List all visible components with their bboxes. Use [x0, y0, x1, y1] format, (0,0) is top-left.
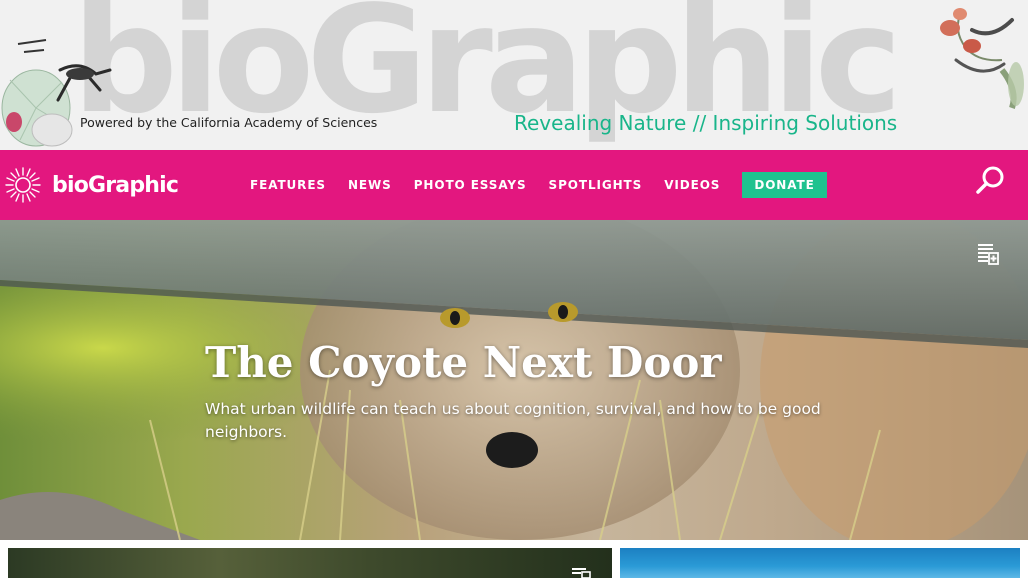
article-cards	[0, 540, 1028, 578]
article-card[interactable]	[620, 548, 1020, 578]
nav-link-features[interactable]: FEATURES	[250, 178, 326, 192]
donate-button[interactable]: DONATE	[742, 172, 827, 198]
search-icon	[976, 166, 1004, 194]
hero-title[interactable]: The Coyote Next Door	[205, 338, 722, 387]
main-navbar: bioGraphic FEATURES NEWS PHOTO ESSAYS SP…	[0, 150, 1028, 220]
nav-link-videos[interactable]: VIDEOS	[664, 178, 720, 192]
hero-subtitle: What urban wildlife can teach us about c…	[205, 400, 821, 441]
nav-links: FEATURES NEWS PHOTO ESSAYS SPOTLIGHTS VI…	[250, 150, 827, 220]
nav-link-photo-essays[interactable]: PHOTO ESSAYS	[414, 178, 527, 192]
article-card[interactable]	[8, 548, 612, 578]
logo-text: bioGraphic	[52, 172, 179, 198]
nav-link-spotlights[interactable]: SPOTLIGHTS	[549, 178, 643, 192]
frog-lilypad-illustration	[1, 39, 112, 147]
reading-list-icon[interactable]	[976, 242, 1000, 266]
sunburst-logo-icon	[5, 167, 41, 203]
site-logo[interactable]: bioGraphic	[4, 166, 179, 204]
search-button[interactable]	[974, 163, 1008, 197]
reading-list-icon[interactable]	[570, 566, 592, 578]
nav-link-news[interactable]: NEWS	[348, 178, 392, 192]
powered-by-text[interactable]: Powered by the California Academy of Sci…	[80, 115, 377, 130]
masthead: bioGraphic Powered by the California Aca…	[0, 0, 1028, 150]
tagline: Revealing Nature // Inspiring Solutions	[514, 111, 898, 135]
hero-feature[interactable]: The Coyote Next Door What urban wildlife…	[0, 220, 1028, 540]
flower-snake-illustration	[940, 8, 1024, 109]
